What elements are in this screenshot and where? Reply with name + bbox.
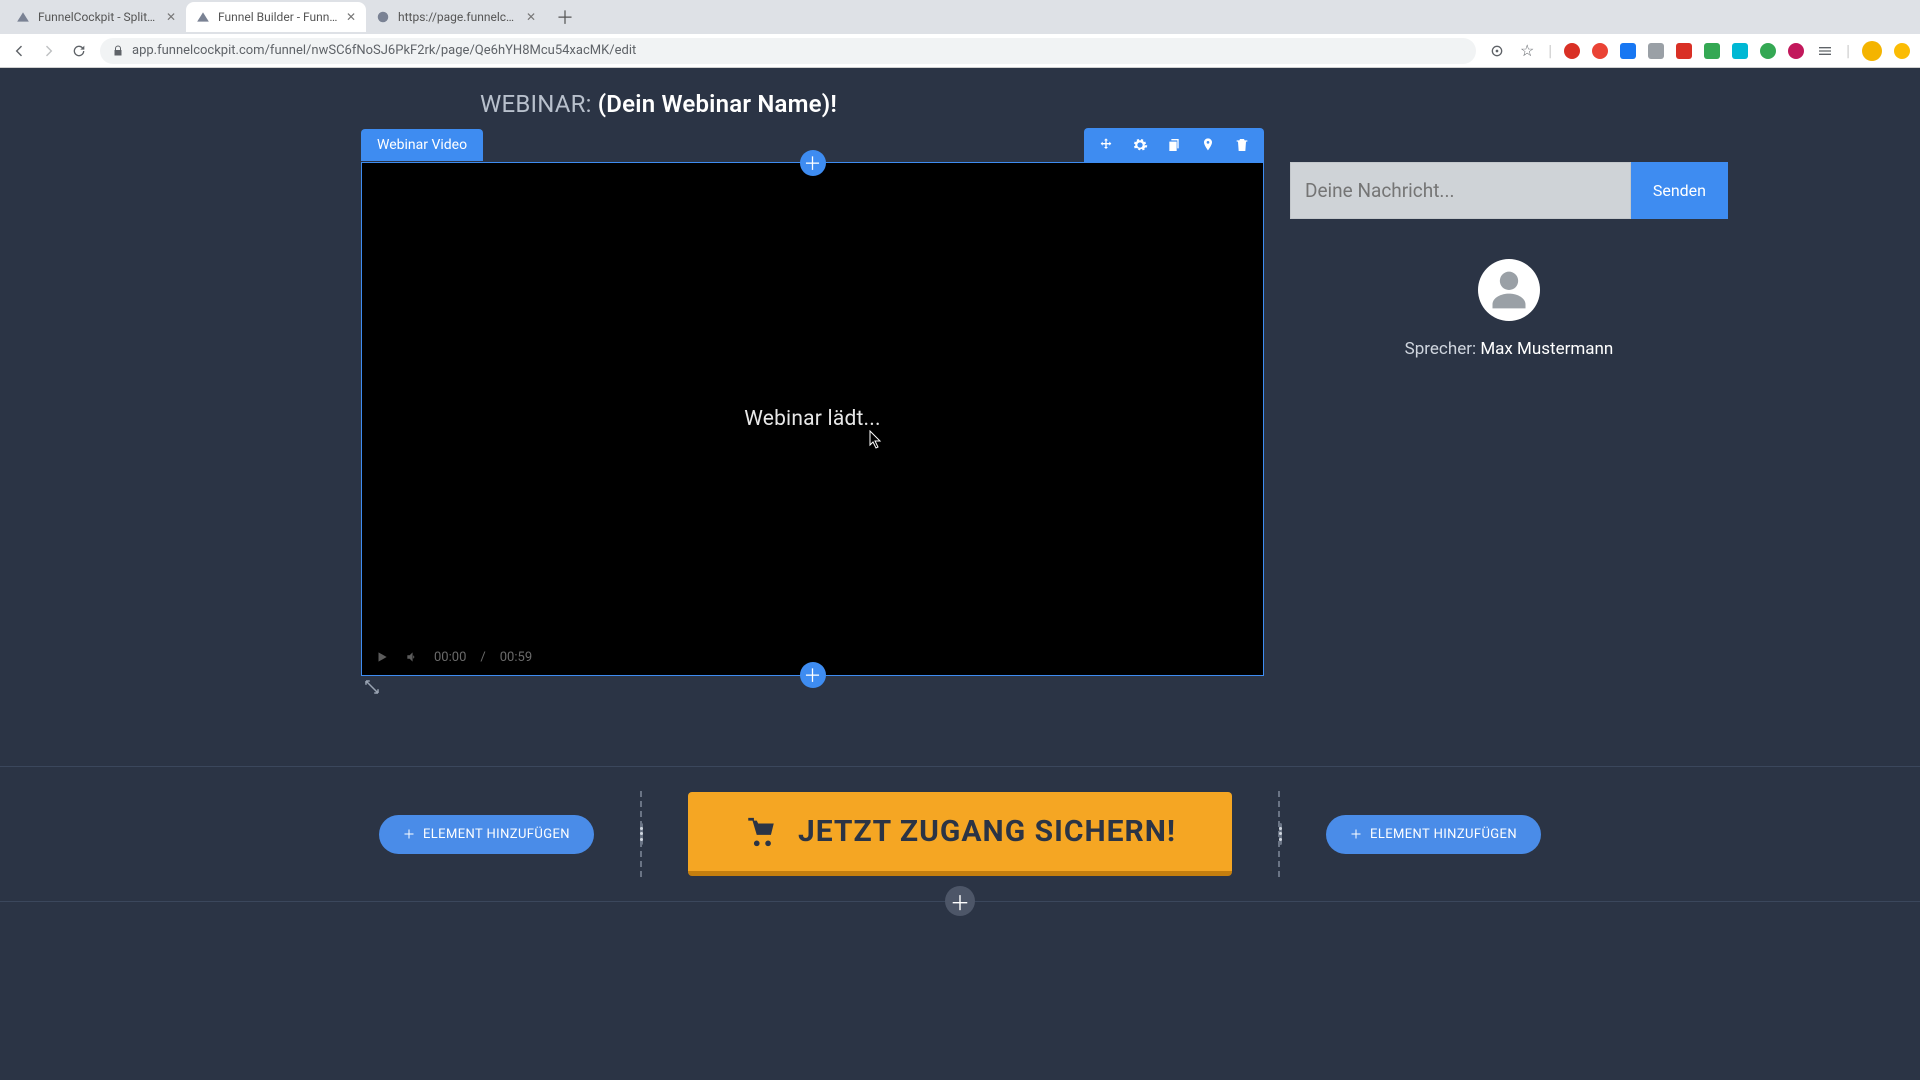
save-template-icon[interactable] <box>1200 137 1216 153</box>
editor-row: Webinar Video ＋ Webinar lädt... 00:00 / <box>0 128 1920 676</box>
close-icon[interactable]: ✕ <box>166 10 176 24</box>
gear-icon[interactable] <box>1132 137 1148 153</box>
video-loading-status: Webinar lädt... <box>744 407 881 431</box>
plus-icon <box>1350 828 1362 840</box>
lock-icon <box>112 45 124 57</box>
video-time-current: 00:00 <box>434 650 466 665</box>
delete-icon[interactable] <box>1234 137 1250 153</box>
video-action-toolbar <box>1084 128 1264 162</box>
ext-icon[interactable] <box>1760 43 1776 59</box>
tab-title: Funnel Builder - FunnelCockpit <box>218 10 338 24</box>
ext-icon[interactable] <box>1676 43 1692 59</box>
ext-icon[interactable] <box>1648 43 1664 59</box>
speaker-name: Max Mustermann <box>1480 339 1613 359</box>
divider: | <box>1548 41 1552 60</box>
video-time-sep: / <box>480 650 485 665</box>
profile-avatar[interactable] <box>1862 41 1882 61</box>
page-canvas: WEBINAR: (Dein Webinar Name)! Webinar Vi… <box>0 68 1920 1080</box>
webinar-video-block[interactable]: Webinar Video ＋ Webinar lädt... 00:00 / <box>361 128 1264 676</box>
move-icon[interactable] <box>1098 137 1114 153</box>
new-tab-button[interactable]: ＋ <box>546 4 584 30</box>
browser-tab-row: FunnelCockpit - Splittests, Ma ✕ Funnel … <box>0 0 1920 34</box>
cta-main-button[interactable]: JETZT ZUGANG SICHERN! <box>688 792 1232 876</box>
speaker-block: Sprecher: Max Mustermann <box>1290 259 1728 359</box>
add-element-button-left[interactable]: ELEMENT HINZUFÜGEN <box>379 815 594 854</box>
column-separator[interactable] <box>640 791 642 877</box>
resize-handle-icon[interactable] <box>363 678 381 700</box>
speaker-prefix: Sprecher: <box>1405 339 1481 359</box>
address-bar[interactable]: app.funnelcockpit.com/funnel/nwSC6fNoSJ6… <box>100 38 1476 64</box>
back-button[interactable] <box>10 42 28 60</box>
drag-handle-icon[interactable] <box>1279 823 1282 845</box>
webinar-title: WEBINAR: (Dein Webinar Name)! <box>0 68 1920 118</box>
ext-icon[interactable] <box>1704 43 1720 59</box>
video-block-label: Webinar Video <box>361 129 483 161</box>
favicon <box>16 10 30 24</box>
ext-menu-icon[interactable] <box>1816 42 1834 60</box>
close-icon[interactable]: ✕ <box>526 10 536 24</box>
ext-icon[interactable] <box>1732 43 1748 59</box>
chat-message-input[interactable] <box>1290 162 1631 219</box>
browser-chrome: FunnelCockpit - Splittests, Ma ✕ Funnel … <box>0 0 1920 68</box>
cta-section-row: ELEMENT HINZUFÜGEN JETZT ZUGANG SICHERN!… <box>0 766 1920 902</box>
extension-icons: ☆ | | <box>1488 41 1910 61</box>
favicon <box>376 10 390 24</box>
speaker-label: Sprecher: Max Mustermann <box>1290 339 1728 359</box>
browser-tab[interactable]: https://page.funnelcockpit.co ✕ <box>366 2 546 32</box>
ext-icon[interactable] <box>1564 43 1580 59</box>
address-url: app.funnelcockpit.com/funnel/nwSC6fNoSJ6… <box>132 43 636 58</box>
tab-title: https://page.funnelcockpit.co <box>398 10 518 24</box>
ext-icon[interactable] <box>1894 43 1910 59</box>
divider: | <box>1846 41 1850 60</box>
browser-toolbar: app.funnelcockpit.com/funnel/nwSC6fNoSJ6… <box>0 34 1920 68</box>
add-element-above-button[interactable]: ＋ <box>800 150 826 176</box>
video-controls: 00:00 / 00:59 <box>374 649 532 665</box>
star-icon[interactable]: ☆ <box>1518 42 1536 60</box>
ext-icon[interactable] <box>1788 43 1804 59</box>
plus-icon <box>403 828 415 840</box>
ext-icon[interactable] <box>1592 43 1608 59</box>
forward-button[interactable] <box>40 42 58 60</box>
add-section-button[interactable]: ＋ <box>945 886 975 916</box>
volume-icon[interactable] <box>404 649 420 665</box>
add-element-button-right[interactable]: ELEMENT HINZUFÜGEN <box>1326 815 1541 854</box>
cta-main-label: JETZT ZUGANG SICHERN! <box>798 814 1176 849</box>
reload-button[interactable] <box>70 42 88 60</box>
favicon <box>196 10 210 24</box>
play-icon[interactable] <box>374 649 390 665</box>
add-element-label: ELEMENT HINZUFÜGEN <box>1370 827 1517 842</box>
ext-icon[interactable] <box>1620 43 1636 59</box>
add-element-below-button[interactable]: ＋ <box>800 662 826 688</box>
chat-input-row: Senden <box>1290 162 1728 219</box>
column-separator[interactable] <box>1278 791 1280 877</box>
webinar-title-prefix: WEBINAR: <box>480 90 592 118</box>
copy-icon[interactable] <box>1166 137 1182 153</box>
tab-title: FunnelCockpit - Splittests, Ma <box>38 10 158 24</box>
add-element-label: ELEMENT HINZUFÜGEN <box>423 827 570 842</box>
video-canvas[interactable]: ＋ Webinar lädt... 00:00 / 00:59 ＋ <box>361 162 1264 676</box>
chat-send-button[interactable]: Senden <box>1631 162 1728 219</box>
ext-icon[interactable] <box>1488 42 1506 60</box>
browser-tab-active[interactable]: Funnel Builder - FunnelCockpit ✕ <box>186 2 366 32</box>
chat-sidebar: Senden Sprecher: Max Mustermann <box>1290 128 1728 359</box>
webinar-title-name: (Dein Webinar Name)! <box>598 90 837 118</box>
speaker-avatar <box>1478 259 1540 321</box>
drag-handle-icon[interactable] <box>640 823 643 845</box>
close-icon[interactable]: ✕ <box>346 10 356 24</box>
browser-tab[interactable]: FunnelCockpit - Splittests, Ma ✕ <box>6 2 186 32</box>
video-time-total: 00:59 <box>500 650 532 665</box>
cart-icon <box>744 815 778 849</box>
